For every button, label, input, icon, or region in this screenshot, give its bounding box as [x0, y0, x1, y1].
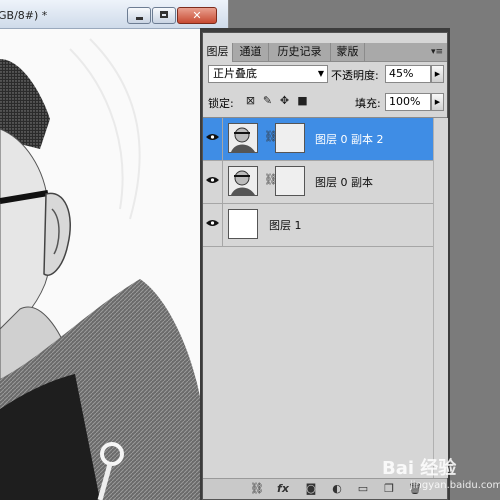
- watermark: Bai 经验 jingyan.baidu.com: [382, 454, 500, 491]
- maximize-icon: [160, 11, 168, 18]
- tab-channels[interactable]: 通道: [233, 43, 269, 61]
- blend-mode-value: 正片叠底: [213, 67, 257, 80]
- tab-masks[interactable]: 蒙版: [331, 43, 365, 61]
- visibility-toggle[interactable]: [203, 118, 223, 160]
- layer-row[interactable]: ⛓ 图层 0 副本 2: [203, 118, 433, 161]
- adjustment-icon[interactable]: ◐: [329, 482, 345, 495]
- panel-menu-icon[interactable]: ▾≡: [431, 47, 443, 57]
- visibility-toggle[interactable]: [203, 204, 223, 246]
- watermark-url: jingyan.baidu.com: [410, 480, 500, 491]
- lock-move-icon[interactable]: ✥: [278, 94, 291, 107]
- layer-mask-thumbnail[interactable]: [275, 123, 305, 153]
- eye-icon: [206, 177, 219, 183]
- layer-thumbnail[interactable]: [228, 123, 258, 153]
- layer-mask-thumbnail[interactable]: [275, 166, 305, 196]
- layers-scrollbar[interactable]: [433, 118, 448, 478]
- lock-all-icon[interactable]: ■: [296, 94, 309, 107]
- layers-panel: 图层 通道 历史记录 蒙版 ▾≡ 正片叠底 ▼ 不透明度: 45% ▶ 锁定: …: [202, 32, 448, 500]
- eye-icon: [206, 220, 219, 226]
- layer-name[interactable]: 图层 0 副本: [315, 174, 373, 190]
- opacity-label: 不透明度:: [331, 69, 379, 82]
- document-title: GB/8#) *: [0, 9, 48, 22]
- minimize-icon: [136, 17, 143, 20]
- tab-layers[interactable]: 图层: [203, 43, 233, 62]
- chevron-down-icon: ▼: [317, 69, 324, 78]
- fill-slider-button[interactable]: ▶: [431, 93, 444, 111]
- maximize-button[interactable]: [152, 7, 176, 24]
- layer-thumbnail[interactable]: [228, 209, 258, 239]
- layers-list: ⛓ 图层 0 副本 2 ⛓ 图层 0 副本 图层 1: [203, 117, 448, 478]
- panel-tabs: 图层 通道 历史记录 蒙版 ▾≡: [203, 43, 447, 62]
- lock-transparent-icon[interactable]: ⊠: [244, 94, 257, 107]
- fill-label: 填充:: [355, 97, 381, 110]
- watermark-brand: Bai 经验: [382, 458, 457, 479]
- close-button[interactable]: ✕: [177, 7, 217, 24]
- fx-icon[interactable]: fx: [275, 482, 291, 495]
- eye-icon: [206, 134, 219, 140]
- layer-name[interactable]: 图层 0 副本 2: [315, 131, 384, 147]
- add-mask-icon[interactable]: ◙: [303, 482, 319, 495]
- portrait-image: [0, 29, 202, 500]
- document-window: GB/8#) * ✕: [0, 0, 229, 500]
- lock-label: 锁定:: [208, 97, 234, 110]
- opacity-input[interactable]: 45%: [385, 65, 431, 83]
- minimize-button[interactable]: [127, 7, 151, 24]
- layer-row[interactable]: ⛓ 图层 0 副本: [203, 161, 433, 204]
- visibility-toggle[interactable]: [203, 161, 223, 203]
- tab-history[interactable]: 历史记录: [269, 43, 331, 61]
- opacity-slider-button[interactable]: ▶: [431, 65, 444, 83]
- layer-thumbnail[interactable]: [228, 166, 258, 196]
- layer-row[interactable]: 图层 1: [203, 204, 433, 247]
- fill-input[interactable]: 100%: [385, 93, 431, 111]
- document-titlebar[interactable]: GB/8#) * ✕: [0, 0, 228, 29]
- group-icon[interactable]: ▭: [355, 482, 371, 495]
- image-canvas[interactable]: [0, 29, 202, 500]
- lock-paint-icon[interactable]: ✎: [261, 94, 274, 107]
- close-icon: ✕: [192, 9, 202, 22]
- blend-mode-select[interactable]: 正片叠底 ▼: [208, 65, 328, 83]
- link-layers-icon[interactable]: ⛓: [249, 482, 265, 495]
- layer-name[interactable]: 图层 1: [269, 217, 302, 233]
